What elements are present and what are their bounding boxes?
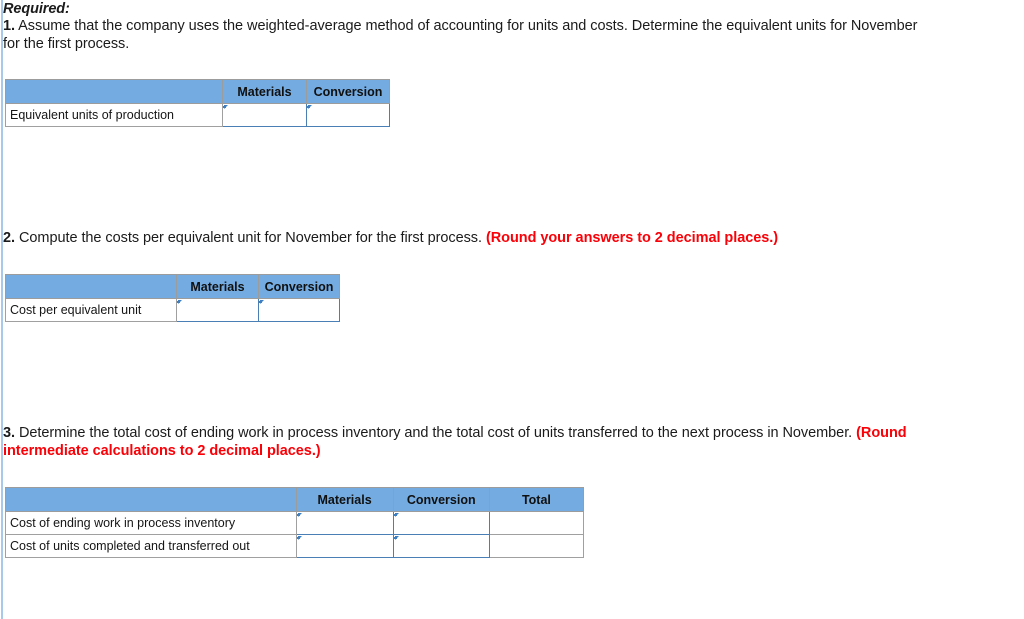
column-header-conversion: Conversion — [392, 487, 490, 512]
total-cell — [488, 534, 585, 558]
materials-input-cell[interactable] — [176, 298, 259, 322]
cost-per-equivalent-unit-table: Materials Conversion Cost per equivalent… — [5, 274, 340, 322]
cell-corner-flag-icon — [393, 536, 399, 544]
column-header-blank — [5, 79, 223, 104]
materials-input-cell[interactable] — [295, 511, 394, 535]
table-row: Cost of ending work in process inventory — [5, 511, 585, 535]
column-header-conversion: Conversion — [258, 274, 340, 299]
column-header-blank — [5, 487, 297, 512]
required-heading: Required: — [3, 1, 70, 17]
column-header-materials: Materials — [222, 79, 307, 104]
worksheet-page: Required: 1. Assume that the company use… — [0, 0, 1024, 619]
row-label: Cost per equivalent unit — [5, 298, 177, 322]
table-row: Equivalent units of production — [5, 103, 390, 127]
cell-corner-flag-icon — [259, 300, 264, 308]
cell-corner-flag-icon — [296, 536, 302, 544]
table-row: Cost per equivalent unit — [5, 298, 340, 322]
column-header-conversion: Conversion — [306, 79, 390, 104]
question-1-body: Assume that the company uses the weighte… — [3, 18, 918, 52]
equivalent-units-table: Materials Conversion Equivalent units of… — [5, 79, 390, 127]
conversion-input-cell[interactable] — [392, 511, 490, 535]
question-3-text: 3. Determine the total cost of ending wo… — [3, 425, 963, 460]
question-2-note: (Round your answers to 2 decimal places.… — [485, 230, 779, 246]
cell-corner-flag-icon — [307, 105, 312, 113]
left-edge-rail — [1, 0, 3, 619]
column-header-total: Total — [488, 487, 585, 512]
materials-input-cell[interactable] — [295, 534, 394, 558]
question-1-text: 1. Assume that the company uses the weig… — [3, 18, 938, 53]
question-2-body: Compute the costs per equivalent unit fo… — [15, 230, 486, 246]
table-header-row: Materials Conversion Total — [5, 487, 585, 512]
row-label: Cost of ending work in process inventory — [5, 511, 297, 535]
cell-corner-flag-icon — [223, 105, 228, 113]
cell-corner-flag-icon — [393, 513, 399, 521]
table-row: Cost of units completed and transferred … — [5, 534, 585, 558]
row-label: Cost of units completed and transferred … — [5, 534, 297, 558]
row-label: Equivalent units of production — [5, 103, 223, 127]
question-2-text: 2. Compute the costs per equivalent unit… — [3, 230, 963, 248]
cell-corner-flag-icon — [296, 513, 302, 521]
total-cost-table: Materials Conversion Total Cost of endin… — [5, 487, 585, 558]
conversion-input-cell[interactable] — [306, 103, 390, 127]
conversion-input-cell[interactable] — [392, 534, 490, 558]
column-header-blank — [5, 274, 177, 299]
total-cell — [488, 511, 585, 535]
column-header-materials: Materials — [176, 274, 259, 299]
question-1-number: 1. — [3, 18, 15, 34]
table-header-row: Materials Conversion — [5, 79, 390, 104]
materials-input-cell[interactable] — [222, 103, 307, 127]
column-header-materials: Materials — [295, 487, 394, 512]
question-3-number: 3. — [3, 425, 15, 441]
question-2-number: 2. — [3, 230, 15, 246]
conversion-input-cell[interactable] — [258, 298, 340, 322]
cell-corner-flag-icon — [177, 300, 182, 308]
table-header-row: Materials Conversion — [5, 274, 340, 299]
question-3-body: Determine the total cost of ending work … — [15, 425, 857, 441]
